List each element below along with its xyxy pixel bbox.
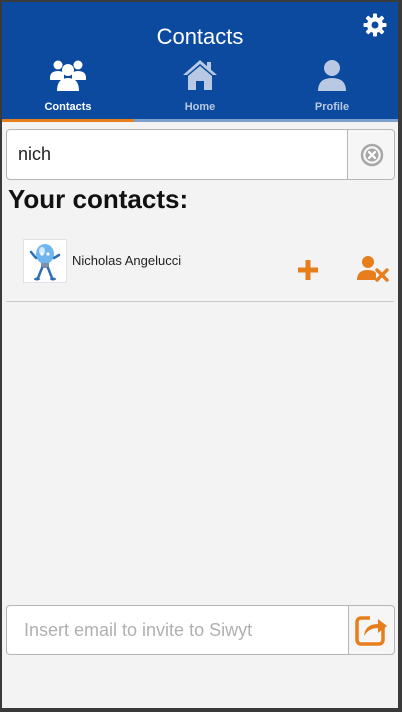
tab-underline: [134, 119, 398, 122]
lightbulb-character-avatar: [29, 244, 61, 281]
contacts-heading: Your contacts:: [8, 184, 189, 214]
tab-contacts[interactable]: Contacts: [2, 56, 134, 122]
clear-search-button[interactable]: [347, 129, 395, 180]
tab-home[interactable]: Home: [134, 56, 266, 122]
tab-bar: Contacts Home Profile: [2, 56, 398, 122]
tab-profile-label: Profile: [314, 101, 350, 113]
contact-name: Nicholas Angelucci: [72, 253, 182, 268]
list-item[interactable]: Nicholas Angelucci: [6, 232, 394, 302]
clear-circle-icon: [360, 143, 384, 167]
home-icon: [183, 60, 217, 90]
contacts-divider: [6, 301, 394, 302]
page-title: Contacts: [156, 24, 244, 49]
search-input[interactable]: [7, 130, 347, 179]
header-bar: Contacts Contacts Home Profile: [2, 2, 398, 122]
invite-email-input[interactable]: [7, 606, 347, 654]
users-icon: [50, 60, 86, 91]
tab-contacts-label: Contacts: [44, 101, 92, 113]
search-box: [6, 129, 395, 180]
share-invite-button[interactable]: [348, 605, 395, 655]
invite-box: [6, 605, 395, 655]
share-icon: [355, 612, 390, 646]
gear-icon[interactable]: [362, 12, 388, 38]
avatar: [23, 239, 67, 283]
add-contact-button[interactable]: [294, 256, 322, 284]
user-icon: [318, 60, 346, 91]
tab-home-label: Home: [184, 101, 216, 113]
remove-contact-button[interactable]: [356, 254, 390, 282]
app-screen: Contacts Contacts Home Profile nich Your…: [2, 2, 398, 708]
tab-profile[interactable]: Profile: [266, 56, 398, 122]
